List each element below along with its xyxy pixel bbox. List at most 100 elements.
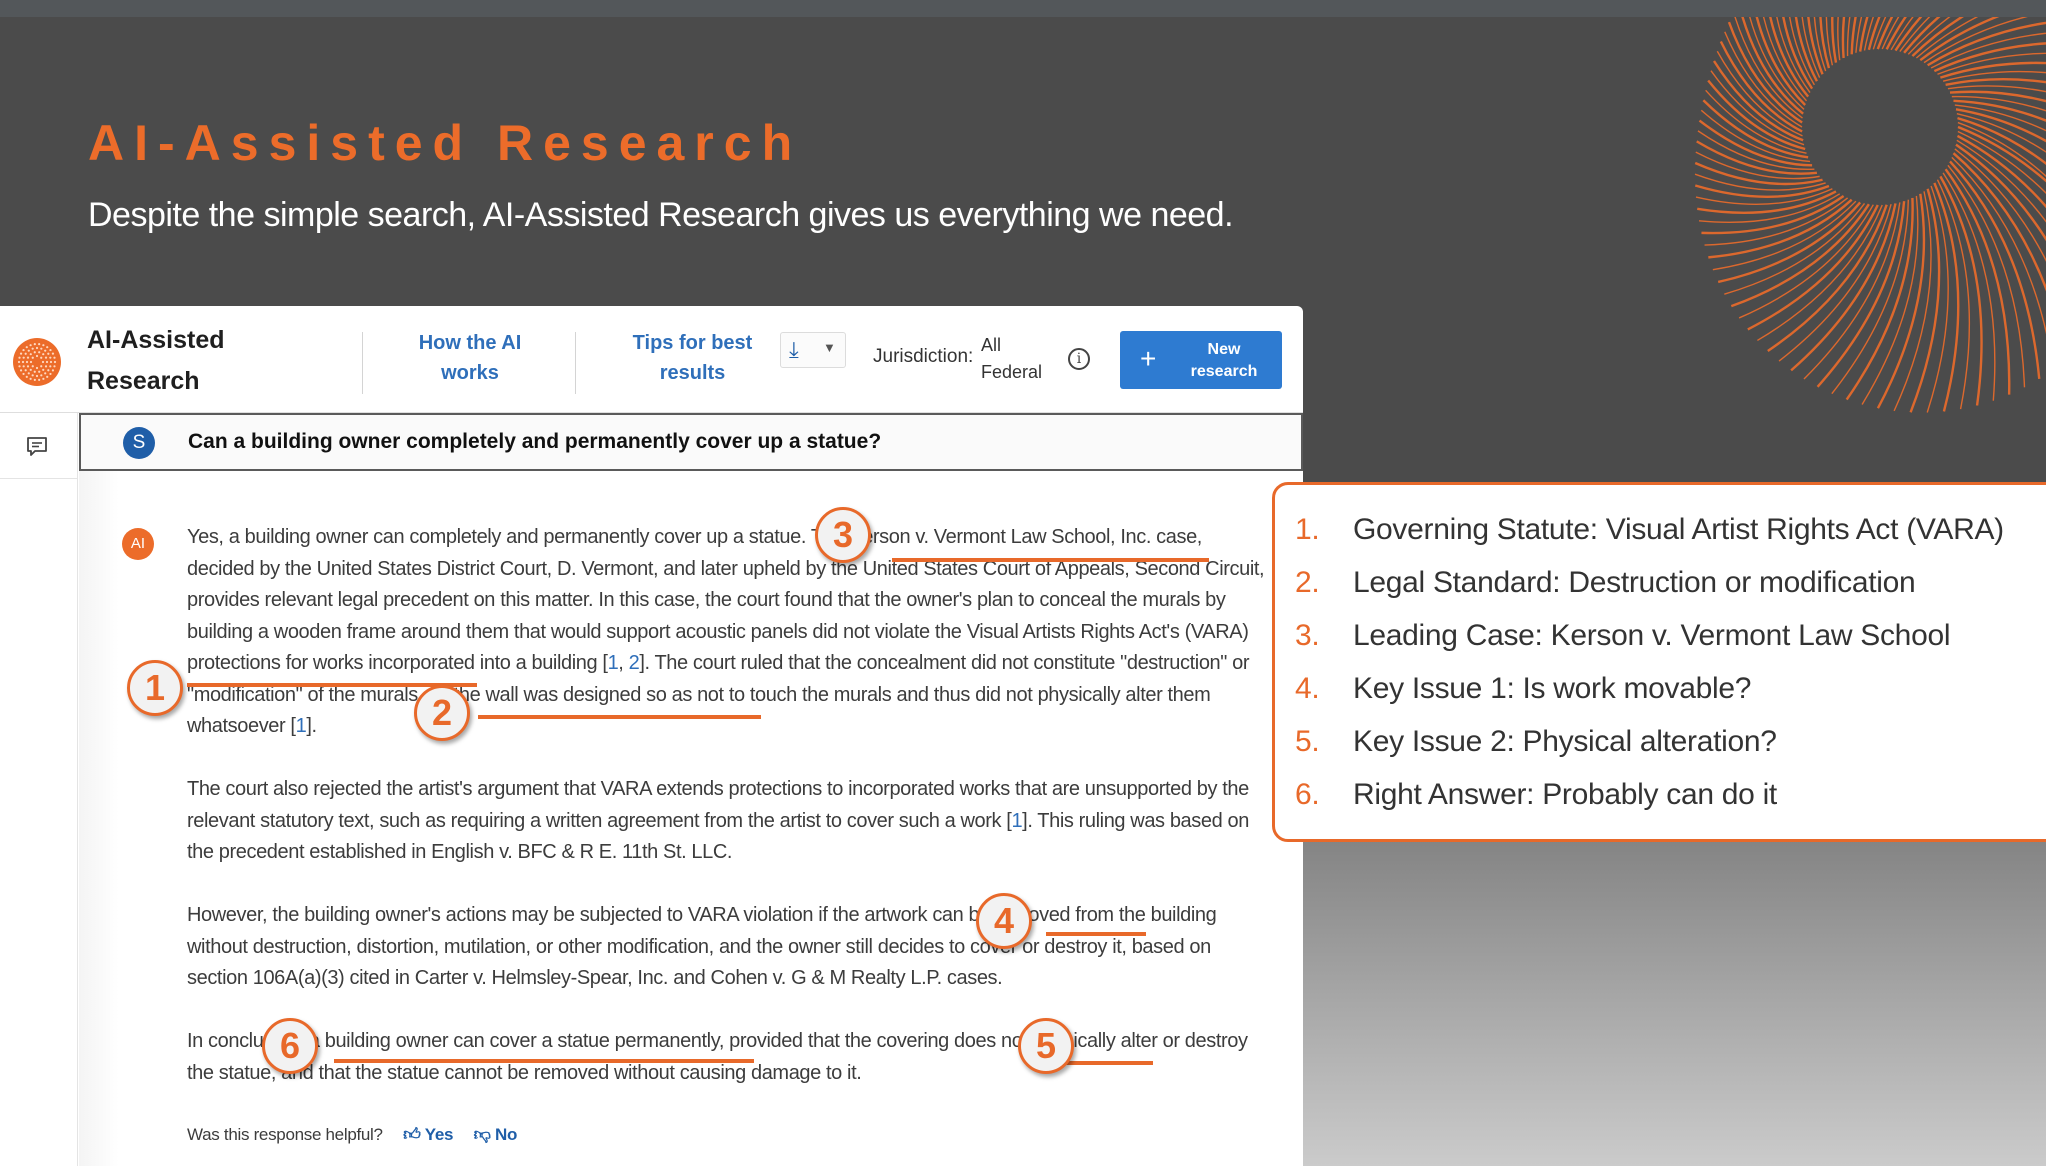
logo-dot (47, 369, 50, 372)
jurisdiction-value[interactable]: All Federal (981, 332, 1042, 386)
logo-dot (40, 347, 43, 350)
how-ai-works-link[interactable]: How the AI works (395, 328, 545, 388)
sunburst-ray (1816, 201, 1906, 388)
logo-dot (25, 360, 29, 364)
new-research-line2: research (1190, 363, 1258, 380)
logo-dot (42, 344, 45, 347)
logo-dot (38, 343, 41, 346)
logo-dot (17, 360, 21, 364)
yes-label: Yes (424, 1125, 454, 1144)
logo-dot (51, 369, 55, 372)
user-avatar: S (123, 427, 155, 459)
sunburst-ray (1863, 17, 1875, 51)
new-research-button[interactable]: + New research (1120, 331, 1282, 389)
logo-dot (49, 348, 52, 352)
logo-dot (25, 346, 28, 349)
citation-link[interactable]: 2 (629, 652, 640, 674)
sunburst-ray (1825, 17, 1834, 66)
logo-dot (22, 365, 25, 368)
question-bar: S Can a building owner completely and pe… (79, 413, 1303, 471)
summary-callout: 1. Governing Statute: Visual Artist Right… (1272, 482, 2046, 842)
how-ai-works-line2: works (441, 362, 499, 384)
logo-dot (42, 368, 45, 371)
logo-dot (29, 368, 32, 371)
logo-dot (49, 360, 53, 364)
annotation-marker-4: 4 (976, 893, 1032, 949)
logo-dot (18, 365, 21, 368)
annotation-marker-5: 5 (1018, 1018, 1074, 1074)
plus-icon: + (1140, 343, 1157, 374)
logo-dot (29, 377, 32, 380)
logo-dot (40, 365, 43, 368)
case-name: Kerson v. Vermont Law School, Inc. (849, 526, 1151, 548)
citation-link[interactable]: 1 (608, 652, 619, 674)
window-top-strip (0, 0, 2046, 17)
annotation-underline-6 (334, 1059, 754, 1063)
logo-dot (53, 356, 56, 359)
slide-subtitle: Despite the simple search, AI-Assisted R… (88, 196, 1234, 234)
logo-dot (24, 369, 27, 372)
sidebar-item-conversation[interactable] (0, 413, 78, 479)
tips-link[interactable]: Tips for best results (610, 328, 775, 388)
logo-dot (38, 351, 41, 354)
annotation-marker-6: 6 (262, 1018, 318, 1074)
thumbs-down-icon: 👎︎ (473, 1125, 491, 1144)
info-icon[interactable]: i (1068, 348, 1090, 370)
logo-dot (31, 347, 34, 350)
logo-icon (13, 338, 61, 386)
callout-item: 1. Governing Statute: Visual Artist Right… (1295, 513, 2004, 546)
sunburst-ray (1803, 202, 1901, 380)
tips-line2: results (659, 362, 726, 384)
callout-item: 3. Leading Case: Kerson v. Vermont Law Sc… (1295, 619, 1951, 652)
logo-dot (24, 352, 27, 355)
logo-dot (53, 365, 56, 368)
logo-dot (26, 365, 30, 368)
conclusion-phrase: building owner can cover a statue perman… (324, 1030, 719, 1052)
jurisdiction-value-line1: All (981, 335, 1002, 355)
thumbs-down-button[interactable]: 👎︎ No (473, 1125, 518, 1144)
logo-dot (22, 372, 25, 376)
logo-dot (33, 378, 36, 381)
statute-name: Visual Artists Rights Act's (VARA) (966, 620, 1249, 643)
download-icon: ⤓ (789, 337, 799, 362)
logo-dot (40, 374, 43, 377)
logo-dot (29, 360, 33, 364)
app-name-line2: Research (87, 367, 200, 395)
annotation-underline-2 (478, 715, 761, 719)
sunburst-ray (1697, 190, 1837, 214)
citation-link[interactable]: 1 (1011, 810, 1022, 832)
sunburst-decoration (1560, 17, 2046, 417)
logo-dot (26, 356, 30, 359)
logo-dot (44, 349, 47, 352)
citation-link[interactable]: 1 (296, 715, 307, 737)
download-dropdown[interactable]: ⤓ ▼ (780, 332, 846, 368)
logo-dot (35, 374, 39, 378)
no-label: No (494, 1125, 518, 1144)
header-divider (362, 332, 363, 394)
logo-dot (21, 360, 25, 364)
logo-dot (38, 370, 41, 373)
logo-dot (44, 372, 47, 375)
logo-dot (40, 356, 43, 359)
logo-dot (29, 353, 32, 356)
logo-dot (18, 356, 21, 359)
logo-dot (35, 346, 39, 350)
logo-dot (42, 353, 45, 356)
thumbs-up-button[interactable]: 👍︎ Yes (403, 1125, 453, 1144)
callout-item: 4. Key Issue 1: Is work movable? (1295, 672, 1752, 705)
callout-item: 2. Legal Standard: Destruction or modific… (1295, 566, 1916, 599)
logo-dot (45, 360, 49, 364)
new-research-label: New research (1172, 339, 1276, 383)
tips-line1: Tips for best (632, 332, 753, 354)
chat-icon (27, 437, 47, 456)
logo-dot (47, 352, 50, 355)
question-text: Can a building owner completely and perm… (188, 430, 882, 453)
ai-answer: Yes, a building owner can completely and… (187, 522, 1267, 1121)
logo-dot (19, 369, 23, 372)
logo-dot (38, 378, 41, 381)
jurisdiction-label: Jurisdiction: (873, 346, 974, 367)
feedback-row: Was this response helpful? 👍︎ Yes 👎︎ No (187, 1124, 517, 1145)
logo-dot (49, 356, 52, 359)
app-name: AI-Assisted Research (87, 320, 225, 402)
sunburst-ray (1909, 188, 1941, 413)
